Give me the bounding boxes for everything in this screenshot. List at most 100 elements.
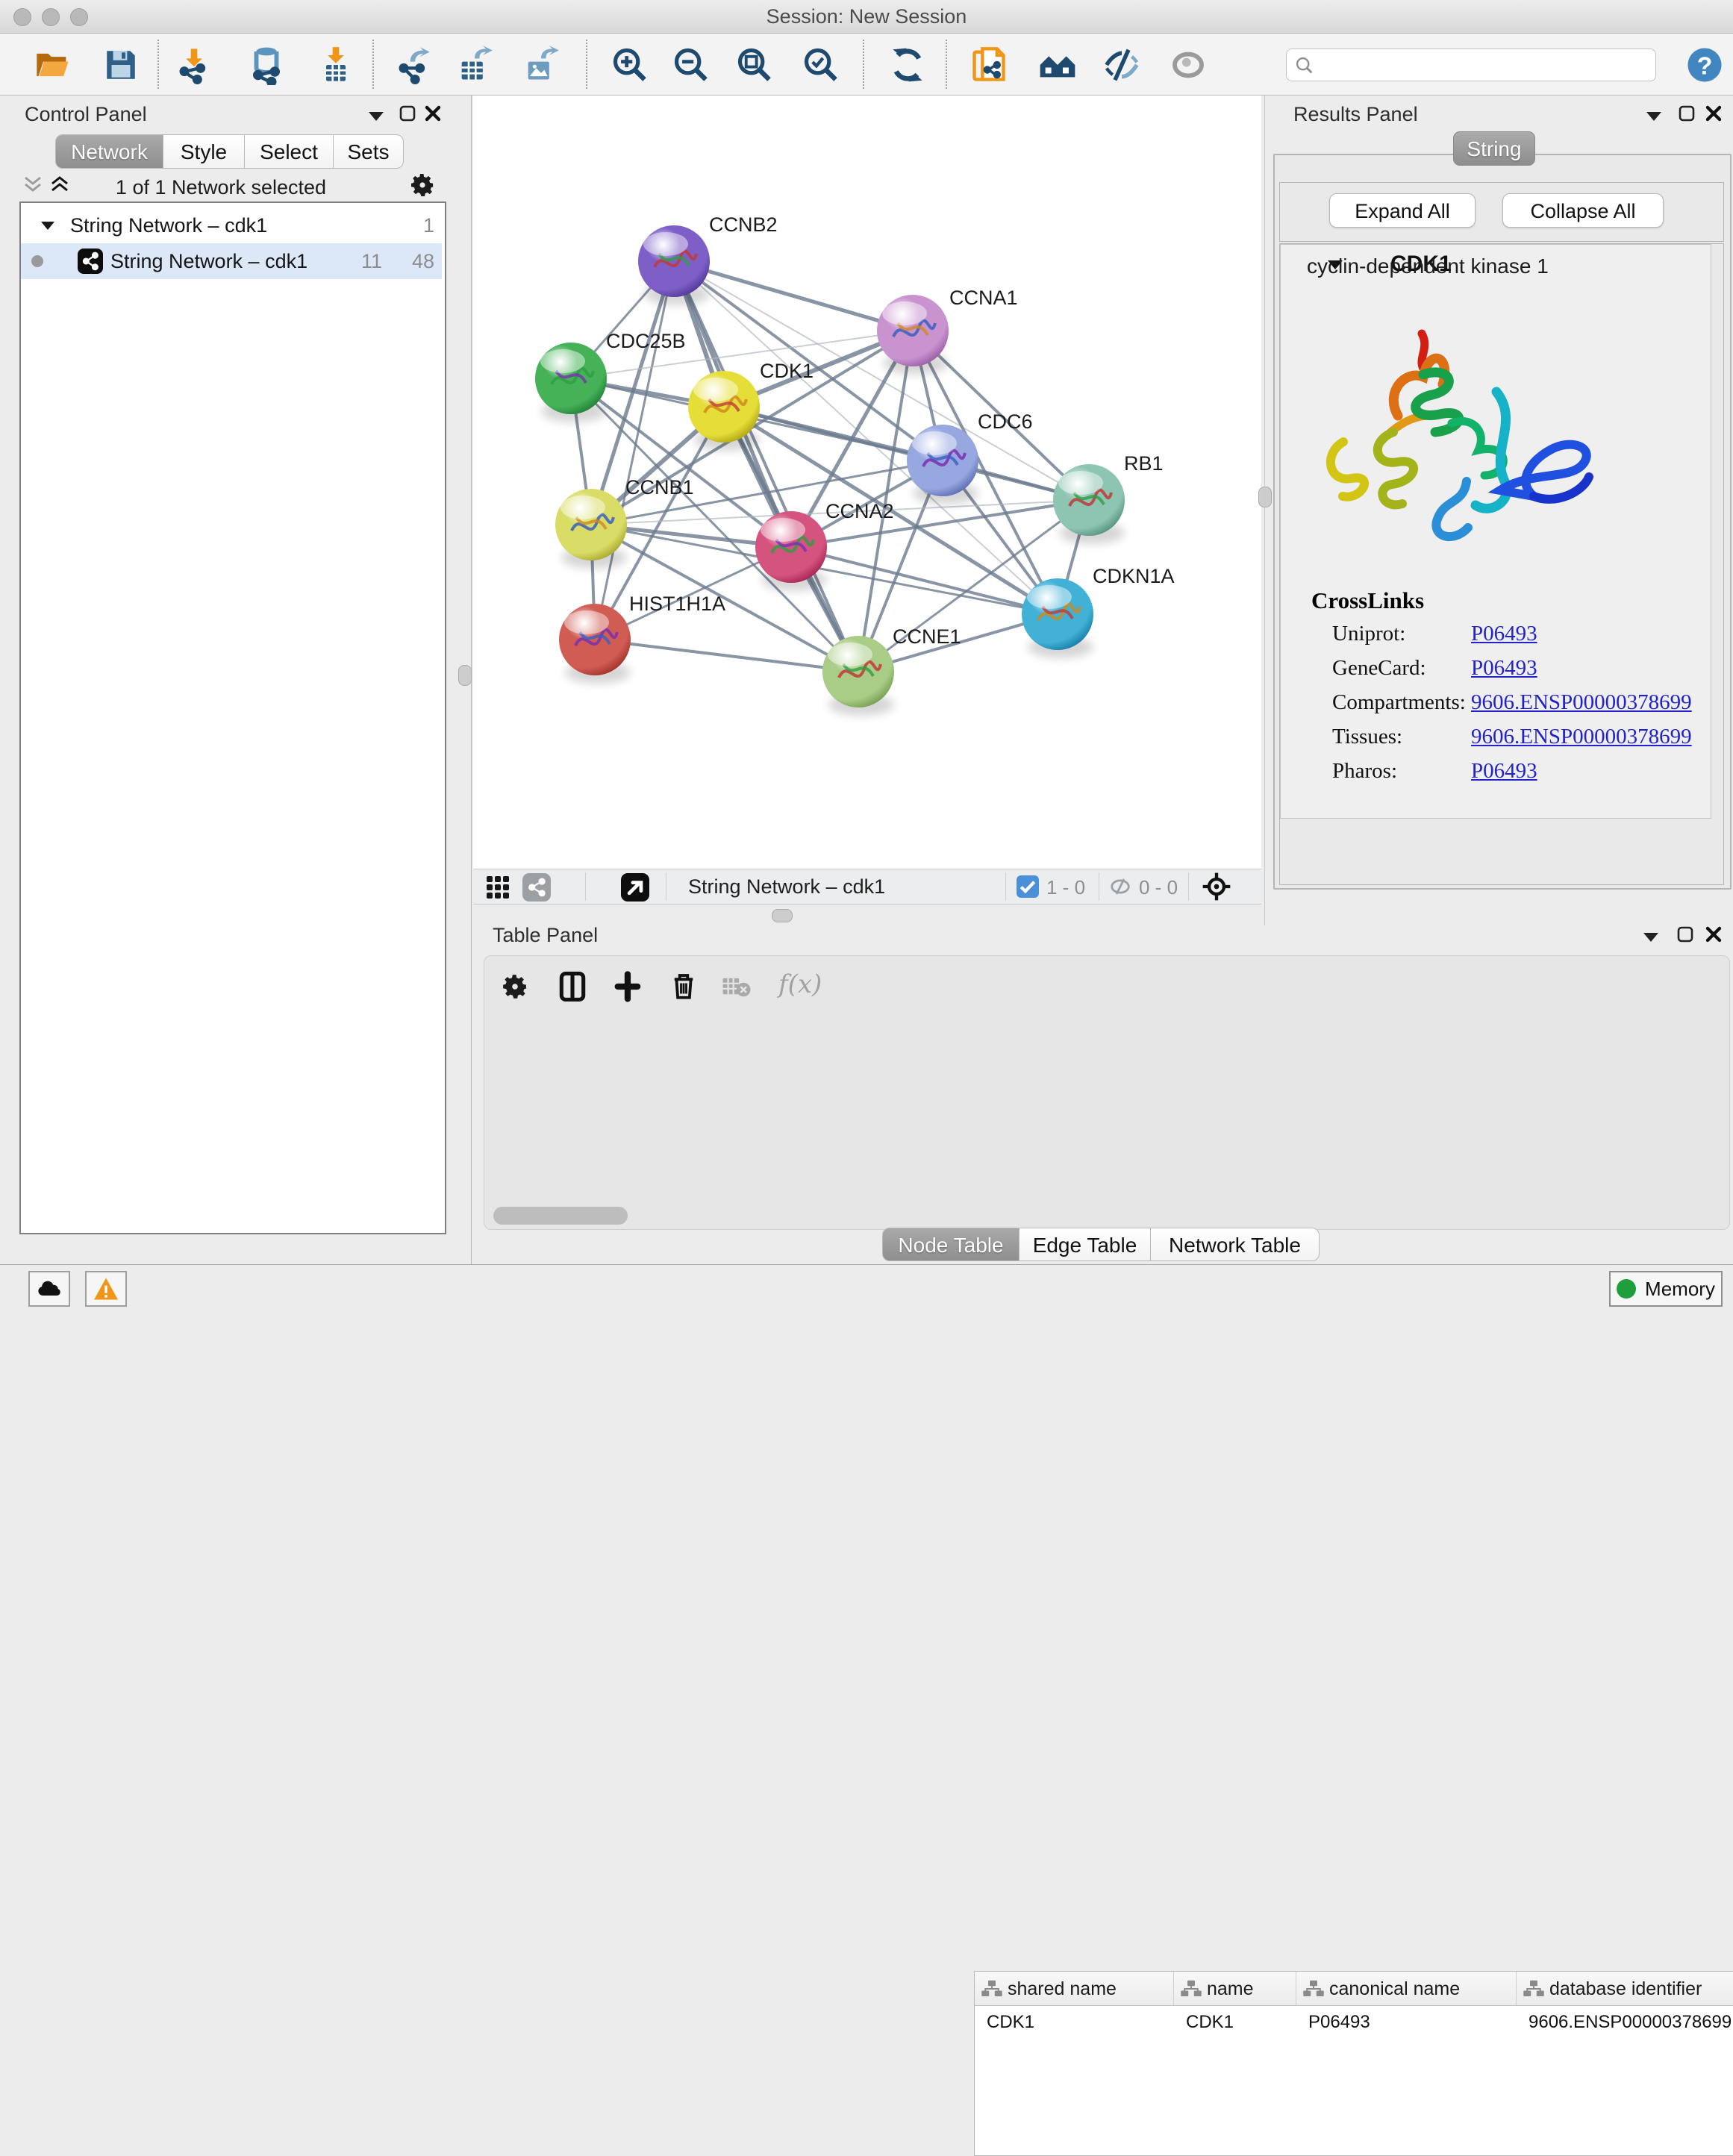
network-node-CCNB2[interactable]: CCNB2 <box>638 213 778 305</box>
tree-expand-icon[interactable] <box>40 219 55 231</box>
node-label: RB1 <box>1124 452 1164 475</box>
help-icon: ? <box>1684 45 1725 85</box>
export-table-button[interactable] <box>453 43 496 87</box>
network-collection-row[interactable]: String Network – cdk1 1 <box>21 207 442 243</box>
network-edge[interactable] <box>674 261 913 331</box>
grid-view-icon[interactable] <box>487 876 509 899</box>
options-gear-icon[interactable] <box>409 172 436 199</box>
window-title: Session: New Session <box>0 0 1733 33</box>
import-network-database-button[interactable] <box>245 43 288 87</box>
collapse-all-button[interactable]: Collapse All <box>1502 193 1664 228</box>
network-node-HIST1H1A[interactable]: HIST1H1A <box>559 593 725 684</box>
crosslink-row: Uniprot:P06493 <box>1332 622 1705 646</box>
horizontal-splitter-handle[interactable] <box>772 909 793 922</box>
crosslink-link[interactable]: 9606.ENSP00000378699 <box>1471 690 1692 715</box>
memory-button[interactable]: Memory <box>1609 1271 1723 1307</box>
copy-network-image-button[interactable] <box>967 43 1011 87</box>
network-node-CCNB1[interactable]: CCNB1 <box>555 476 694 569</box>
selected-checkbox[interactable] <box>1017 875 1039 898</box>
crosslink-link[interactable]: P06493 <box>1471 759 1537 784</box>
crosslink-link[interactable]: P06493 <box>1471 656 1537 681</box>
delete-column-trash-icon[interactable] <box>668 968 699 1004</box>
crosslink-link[interactable]: P06493 <box>1471 622 1537 646</box>
add-column-icon[interactable] <box>611 969 644 1004</box>
network-node-CDK1[interactable]: CDK1 <box>688 360 814 451</box>
node-table[interactable]: shared namenamecanonical namedatabase id… <box>974 1971 1733 2156</box>
show-all-networks-button[interactable] <box>1036 43 1079 87</box>
network-graph[interactable]: CCNB2CCNA1CDC25BCDK1CDC6RB1CCNB1CCNA2CDK… <box>473 96 1261 869</box>
panel-float-icon[interactable] <box>399 104 416 122</box>
zoom-selected-button[interactable] <box>799 43 843 87</box>
zoom-selected-icon <box>802 46 840 84</box>
import-table-file-button[interactable] <box>314 43 357 87</box>
panel-close-icon[interactable] <box>1705 104 1723 122</box>
network-node-CDKN1A[interactable]: CDKN1A <box>1022 565 1175 658</box>
export-image-button[interactable] <box>519 43 563 87</box>
zoom-in-button[interactable] <box>608 43 652 87</box>
network-node-RB1[interactable]: RB1 <box>1053 452 1164 544</box>
panel-close-icon[interactable] <box>424 104 442 122</box>
gene-description: cyclin-dependent kinase 1 <box>1307 254 1549 278</box>
export-network-button[interactable] <box>392 43 435 87</box>
birdseye-crosshair-icon[interactable] <box>1202 872 1231 902</box>
save-session-button[interactable] <box>99 43 143 87</box>
import-network-file-button[interactable] <box>172 43 216 87</box>
network-selection-status: 1 of 1 Network selected <box>19 176 422 199</box>
tab-network[interactable]: Network <box>55 134 163 169</box>
vertical-splitter-handle[interactable] <box>458 665 472 686</box>
help-button[interactable]: ? <box>1683 43 1726 87</box>
show-columns-icon[interactable] <box>556 969 589 1004</box>
network-canvas[interactable]: CCNB2CCNA1CDC25BCDK1CDC6RB1CCNB1CCNA2CDK… <box>473 96 1261 869</box>
network-edge[interactable] <box>595 261 674 640</box>
node-label: CCNA2 <box>825 500 894 522</box>
network-edge[interactable] <box>595 640 858 672</box>
tab-string-results[interactable]: String <box>1453 131 1535 166</box>
protein-structure-image <box>1310 304 1623 572</box>
expand-all-button[interactable]: Expand All <box>1329 193 1476 228</box>
panel-float-icon[interactable] <box>1678 104 1696 122</box>
column-header-canonical-name[interactable]: canonical name <box>1296 1972 1517 2005</box>
column-header-database-identifier[interactable]: database identifier <box>1517 1972 1733 2005</box>
zoom-fit-button[interactable] <box>733 43 776 87</box>
svg-text:?: ? <box>1697 51 1713 80</box>
gene-details: cyclin-dependent kinase 1 CrossLinks Uni… <box>1280 244 1711 819</box>
tab-select[interactable]: Select <box>245 134 334 169</box>
warnings-button[interactable] <box>85 1271 127 1307</box>
panel-close-icon[interactable] <box>1705 925 1723 943</box>
panel-collapse-icon[interactable] <box>1645 109 1663 122</box>
refresh-button[interactable] <box>886 43 929 87</box>
crosslink-link[interactable]: 9606.ENSP00000378699 <box>1471 725 1692 749</box>
horizontal-scrollbar-thumb[interactable] <box>493 1207 628 1225</box>
column-header-shared-name[interactable]: shared name <box>975 1972 1174 2005</box>
tab-node-table[interactable]: Node Table <box>882 1228 1019 1261</box>
panel-collapse-icon[interactable] <box>367 109 385 122</box>
tab-edge-table[interactable]: Edge Table <box>1019 1228 1151 1261</box>
tab-style[interactable]: Style <box>163 134 245 169</box>
table-options-gear-icon[interactable] <box>501 972 529 1001</box>
show-graphics-details-button[interactable] <box>1167 43 1210 87</box>
zoom-out-button[interactable] <box>669 43 713 87</box>
toolbar-separator <box>372 40 374 89</box>
canvasbar-separator <box>1188 872 1189 901</box>
panel-float-icon[interactable] <box>1676 925 1694 943</box>
detach-view-icon[interactable] <box>621 873 649 902</box>
vertical-splitter-handle[interactable] <box>1258 487 1272 507</box>
panel-divider <box>1264 96 1265 925</box>
hide-graphics-details-button[interactable] <box>1100 43 1143 87</box>
export-table-icon <box>455 46 494 84</box>
network-node-CCNA1[interactable]: CCNA1 <box>877 287 1018 375</box>
string-network-icon <box>78 249 103 274</box>
panel-collapse-icon[interactable] <box>1642 930 1660 943</box>
string-view-icon[interactable] <box>522 873 551 902</box>
column-header-name[interactable]: name <box>1174 1972 1296 2005</box>
tab-sets[interactable]: Sets <box>334 134 404 169</box>
search-input[interactable] <box>1320 52 1643 78</box>
table-header-divider <box>975 2005 1733 2006</box>
gene-section: CDK1 cyclin-dependent kinase 1 CrossLink… <box>1279 243 1724 885</box>
toolbar-search-field[interactable] <box>1286 49 1656 81</box>
network-row[interactable]: String Network – cdk1 11 48 <box>21 243 442 279</box>
open-session-button[interactable] <box>31 43 75 87</box>
tab-network-table[interactable]: Network Table <box>1151 1228 1320 1261</box>
network-edge[interactable] <box>791 547 1058 614</box>
cloud-status-button[interactable] <box>28 1271 70 1307</box>
